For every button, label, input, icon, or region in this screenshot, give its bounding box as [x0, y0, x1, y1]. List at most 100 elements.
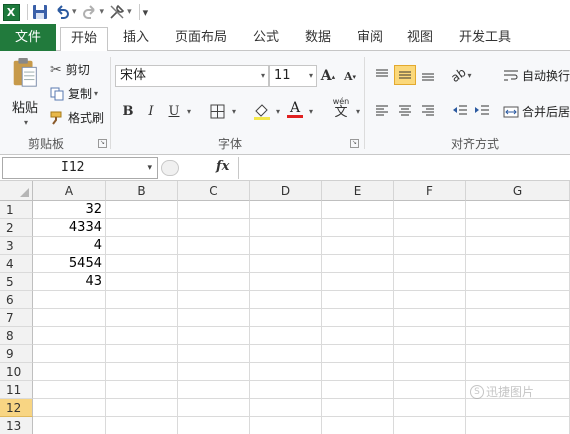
cell-a11[interactable] — [33, 381, 106, 399]
cell-g7[interactable] — [466, 309, 570, 327]
cell-f9[interactable] — [394, 345, 466, 363]
cell-c8[interactable] — [178, 327, 250, 345]
cut-button[interactable]: ✂ 剪切 — [50, 61, 90, 78]
cell-f12[interactable] — [394, 399, 466, 417]
cell-g8[interactable] — [466, 327, 570, 345]
row-header-9[interactable]: 9 — [0, 345, 33, 363]
row-header-13[interactable]: 13 — [0, 417, 33, 434]
tab-page-layout[interactable]: 页面布局 — [168, 27, 234, 51]
cell-c2[interactable] — [178, 219, 250, 237]
cell-c9[interactable] — [178, 345, 250, 363]
cell-b10[interactable] — [106, 363, 178, 381]
redo-dropdown-icon[interactable]: ▾ — [100, 7, 105, 17]
redo-icon[interactable] — [81, 3, 99, 21]
excel-icon[interactable]: X — [2, 3, 20, 21]
cell-a6[interactable] — [33, 291, 106, 309]
name-box[interactable]: I12 ▾ — [2, 157, 158, 179]
row-header-10[interactable]: 10 — [0, 363, 33, 381]
font-name-select[interactable]: 宋体 ▾ — [115, 65, 269, 87]
tab-insert[interactable]: 插入 — [112, 27, 160, 51]
cell-e2[interactable] — [322, 219, 394, 237]
row-header-11[interactable]: 11 — [0, 381, 33, 399]
cell-a1[interactable]: 32 — [33, 201, 106, 219]
cell-d9[interactable] — [250, 345, 322, 363]
cell-b4[interactable] — [106, 255, 178, 273]
cell-b5[interactable] — [106, 273, 178, 291]
cell-d8[interactable] — [250, 327, 322, 345]
cell-b11[interactable] — [106, 381, 178, 399]
undo-dropdown-icon[interactable]: ▾ — [72, 7, 77, 17]
cell-f2[interactable] — [394, 219, 466, 237]
cell-c13[interactable] — [178, 417, 250, 434]
cell-b7[interactable] — [106, 309, 178, 327]
cell-b3[interactable] — [106, 237, 178, 255]
cell-d11[interactable] — [250, 381, 322, 399]
font-launcher-icon[interactable]: ↘ — [350, 139, 359, 148]
align-left-button[interactable] — [372, 101, 392, 121]
cell-c6[interactable] — [178, 291, 250, 309]
tab-developer[interactable]: 开发工具 — [452, 27, 518, 51]
cell-b9[interactable] — [106, 345, 178, 363]
cell-a12[interactable] — [33, 399, 106, 417]
column-header-e[interactable]: E — [322, 181, 394, 201]
cell-a4[interactable]: 5454 — [33, 255, 106, 273]
cell-d12[interactable] — [250, 399, 322, 417]
cell-g5[interactable] — [466, 273, 570, 291]
cell-e3[interactable] — [322, 237, 394, 255]
row-header-1[interactable]: 1 — [0, 201, 33, 219]
fill-color-dropdown-icon[interactable]: ▾ — [276, 107, 280, 116]
cell-e1[interactable] — [322, 201, 394, 219]
phonetic-button[interactable]: wén 文 — [328, 97, 354, 119]
cell-g10[interactable] — [466, 363, 570, 381]
align-top-button[interactable] — [372, 65, 392, 85]
cell-g9[interactable] — [466, 345, 570, 363]
format-painter-button[interactable]: 格式刷 — [50, 109, 104, 126]
cell-g13[interactable] — [466, 417, 570, 434]
cell-a3[interactable]: 4 — [33, 237, 106, 255]
align-right-button[interactable] — [418, 101, 438, 121]
column-header-d[interactable]: D — [250, 181, 322, 201]
cell-e7[interactable] — [322, 309, 394, 327]
cell-e12[interactable] — [322, 399, 394, 417]
cell-e8[interactable] — [322, 327, 394, 345]
cell-c3[interactable] — [178, 237, 250, 255]
cell-a7[interactable] — [33, 309, 106, 327]
cell-c10[interactable] — [178, 363, 250, 381]
column-header-c[interactable]: C — [178, 181, 250, 201]
tools-icon[interactable] — [108, 3, 126, 21]
row-header-5[interactable]: 5 — [0, 273, 33, 291]
cell-d2[interactable] — [250, 219, 322, 237]
cell-f6[interactable] — [394, 291, 466, 309]
column-header-b[interactable]: B — [106, 181, 178, 201]
save-icon[interactable] — [31, 3, 49, 21]
cell-f3[interactable] — [394, 237, 466, 255]
merge-center-button[interactable]: 合并后居 — [503, 103, 570, 120]
bold-button[interactable]: B — [118, 101, 138, 121]
cell-d5[interactable] — [250, 273, 322, 291]
cell-c5[interactable] — [178, 273, 250, 291]
underline-dropdown-icon[interactable]: ▾ — [187, 107, 191, 116]
tab-home[interactable]: 开始 — [60, 27, 108, 52]
cell-g6[interactable] — [466, 291, 570, 309]
cell-f1[interactable] — [394, 201, 466, 219]
cell-c12[interactable] — [178, 399, 250, 417]
italic-button[interactable]: I — [141, 101, 161, 121]
customize-qat-icon[interactable]: ▾ — [143, 6, 149, 19]
cell-f7[interactable] — [394, 309, 466, 327]
cell-e10[interactable] — [322, 363, 394, 381]
cell-e9[interactable] — [322, 345, 394, 363]
cell-e5[interactable] — [322, 273, 394, 291]
cell-a8[interactable] — [33, 327, 106, 345]
fill-color-button[interactable] — [252, 101, 272, 121]
row-header-3[interactable]: 3 — [0, 237, 33, 255]
row-header-4[interactable]: 4 — [0, 255, 33, 273]
column-header-f[interactable]: F — [394, 181, 466, 201]
font-color-button[interactable]: A — [285, 99, 305, 119]
cell-g2[interactable] — [466, 219, 570, 237]
cell-f8[interactable] — [394, 327, 466, 345]
align-middle-button[interactable] — [394, 65, 416, 85]
tab-view[interactable]: 视图 — [398, 27, 442, 51]
cell-d10[interactable] — [250, 363, 322, 381]
cell-f10[interactable] — [394, 363, 466, 381]
cell-d6[interactable] — [250, 291, 322, 309]
